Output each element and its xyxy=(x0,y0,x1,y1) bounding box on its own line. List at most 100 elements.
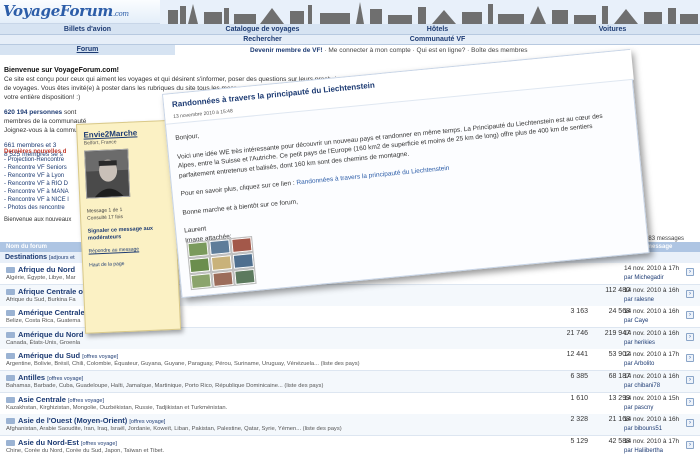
forum-title[interactable]: Amérique du Nord xyxy=(18,330,83,339)
forum-title[interactable]: Antilles xyxy=(18,373,45,382)
table-row[interactable]: Asie Centrale [offres voyage] Kazakhstan,… xyxy=(0,392,700,415)
link-boite-membres[interactable]: Boîte des membres xyxy=(471,47,527,54)
last-post-author[interactable]: par chibani78 xyxy=(624,383,660,389)
last-post-author[interactable]: par pascny xyxy=(624,405,653,411)
last-post-author[interactable]: par ralesne xyxy=(624,297,654,303)
folder-icon xyxy=(6,267,15,274)
forum-name[interactable]: Asie Centrale [offres voyage] xyxy=(6,395,104,404)
forum-tag[interactable]: [offres voyage] xyxy=(47,376,83,382)
last-post-author[interactable]: par Arbolito xyxy=(624,361,654,367)
folder-icon xyxy=(6,310,15,317)
table-row[interactable]: Antilles [offres voyage] Bahamas, Barbade… xyxy=(0,371,700,393)
forum-tag[interactable]: [offres voyage] xyxy=(68,398,104,404)
nav2-empty-left xyxy=(0,35,175,44)
report-link[interactable]: Signaler ce message aux modérateurs xyxy=(88,225,169,242)
go-to-last-icon[interactable]: › xyxy=(686,311,694,320)
forum-title[interactable]: Asie de l'Ouest (Moyen-Orient) xyxy=(18,416,127,425)
link-devenir-membre[interactable]: Devenir membre de VF! xyxy=(250,47,323,54)
author-profile-card: Envie2Marche Belfort, France Message 1 d… xyxy=(76,119,182,334)
forum-countries: Canada, États-Unis, Groenla xyxy=(6,339,81,346)
nav-hotels[interactable]: Hôtels xyxy=(350,24,525,34)
attachment-thumbnail[interactable] xyxy=(233,267,257,286)
last-post-author[interactable]: par Caye xyxy=(624,318,648,324)
go-to-last-icon[interactable]: › xyxy=(686,376,694,384)
forum-countries: Belize, Costa Rica, Guatema xyxy=(6,318,81,325)
last-post-date: 14 nov. 2010 à 16h xyxy=(624,308,680,316)
attachment-thumbnail[interactable] xyxy=(187,256,212,275)
attachment-thumbnail[interactable] xyxy=(209,254,234,273)
tab-forum[interactable]: Forum xyxy=(0,45,175,55)
forum-name[interactable]: Amérique Centrale xyxy=(6,308,85,317)
stats-persons: 620 194 personnes xyxy=(4,109,63,116)
link-connecter[interactable]: Me connecter à mon compte xyxy=(328,47,410,54)
author-message-counts: Message 1 de 1 Consulté 17 fois xyxy=(87,207,123,223)
folder-icon xyxy=(6,288,15,295)
last-post-author[interactable]: par herikies xyxy=(624,340,655,346)
forum-countries: Afghanistan, Arabie Saoudite, Iran, Iraq… xyxy=(6,426,342,433)
forum-name[interactable]: Antilles [offres voyage] xyxy=(6,373,83,382)
site-header: VoyageForum.com xyxy=(0,0,700,24)
attachment-thumbnail[interactable] xyxy=(230,235,254,255)
avatar-photo-icon xyxy=(85,149,131,199)
forum-name[interactable]: Amérique du Nord xyxy=(6,330,83,339)
logo-text: VoyageForum xyxy=(3,2,113,20)
attachment-thumbnail[interactable] xyxy=(189,272,213,291)
last-post-date: 14 nov. 2010 à 16h xyxy=(624,416,680,424)
nav-voitures[interactable]: Voitures xyxy=(525,24,700,34)
post-more-link[interactable]: Randonnées à travers la principauté du L… xyxy=(296,165,450,187)
forum-countries: Afrique du Sud, Burkina Fa xyxy=(6,296,76,303)
go-to-last-icon[interactable]: › xyxy=(686,289,694,298)
forum-name[interactable]: Asie de l'Ouest (Moyen-Orient) [offres v… xyxy=(6,416,165,425)
forum-tag[interactable]: [offres voyage] xyxy=(82,354,118,360)
topic-count: 21 746 xyxy=(566,329,588,337)
topic-count: 12 441 xyxy=(566,351,588,359)
attachment-thumbnail[interactable] xyxy=(211,269,235,289)
nav-billets-avion[interactable]: Billets d'avion xyxy=(0,24,175,34)
link-qui-en-ligne[interactable]: Qui est en ligne? xyxy=(417,47,466,54)
forum-title[interactable]: Asie Centrale xyxy=(18,395,66,404)
section-suffix: [adjours et xyxy=(48,255,75,261)
forum-name[interactable]: Afrique du Nord xyxy=(6,265,75,274)
nav2-empty-right xyxy=(525,35,700,44)
go-to-last-icon[interactable]: › xyxy=(686,354,694,363)
go-to-last-icon[interactable]: › xyxy=(686,268,694,276)
top-of-page-link[interactable]: Haut de la page xyxy=(89,261,125,269)
table-row[interactable]: Asie de l'Ouest (Moyen-Orient) [offres v… xyxy=(0,414,700,437)
forum-tag[interactable]: [offres voyage] xyxy=(81,441,117,447)
nav-catalogue-voyages[interactable]: Catalogue de voyages xyxy=(175,24,350,34)
topic-count: 6 385 xyxy=(570,373,588,380)
forum-title[interactable]: Asie du Nord-Est xyxy=(18,438,79,447)
attachment-thumbnail[interactable] xyxy=(231,251,256,271)
attachment-thumbnail[interactable] xyxy=(186,240,210,259)
forum-title[interactable]: Afrique Centrale o xyxy=(18,287,83,296)
last-post-author[interactable]: par Michegadir xyxy=(624,275,664,281)
site-logo[interactable]: VoyageForum.com xyxy=(3,2,129,20)
author-location: Belfort, France xyxy=(83,139,117,147)
forum-title[interactable]: Amérique Centrale xyxy=(18,308,85,317)
reply-link[interactable]: Répondre au message xyxy=(88,246,139,254)
forum-tag[interactable]: [offres voyage] xyxy=(129,419,165,425)
forum-name[interactable]: Asie du Nord-Est [offres voyage] xyxy=(6,438,117,447)
forum-countries: Bahamas, Barbade, Cuba, Guadeloupe, Haït… xyxy=(6,383,324,389)
nav-rechercher[interactable]: Rechercher xyxy=(175,35,350,44)
topic-count: 3 163 xyxy=(570,308,588,316)
topic-count: 1 610 xyxy=(570,394,588,402)
forum-title[interactable]: Amérique du Sud xyxy=(18,351,80,360)
go-to-last-icon[interactable]: › xyxy=(686,397,694,406)
go-to-last-icon[interactable]: › xyxy=(686,419,694,428)
forum-name[interactable]: Afrique Centrale o xyxy=(6,287,83,296)
forum-title[interactable]: Afrique du Nord xyxy=(18,265,75,274)
attachment-thumbnail[interactable] xyxy=(208,238,232,257)
folder-icon xyxy=(6,331,15,338)
folder-icon xyxy=(6,418,15,425)
go-to-last-icon[interactable]: › xyxy=(686,440,694,449)
author-username[interactable]: Envie2Marche xyxy=(83,128,137,139)
table-row[interactable]: Asie du Nord-Est [offres voyage] Chine, C… xyxy=(0,435,700,454)
go-to-last-icon[interactable]: › xyxy=(686,332,694,341)
forum-name[interactable]: Amérique du Sud [offres voyage] xyxy=(6,351,118,360)
table-row[interactable]: Amérique du Sud [offres voyage] Argentine… xyxy=(0,349,700,372)
last-post-author[interactable]: par bibouns51 xyxy=(624,426,662,432)
nav-communaute[interactable]: Communauté VF xyxy=(350,35,525,44)
last-post-date: 14 nov. 2010 à 17h xyxy=(624,351,680,359)
last-post-author[interactable]: par Haliibertha xyxy=(624,448,663,454)
